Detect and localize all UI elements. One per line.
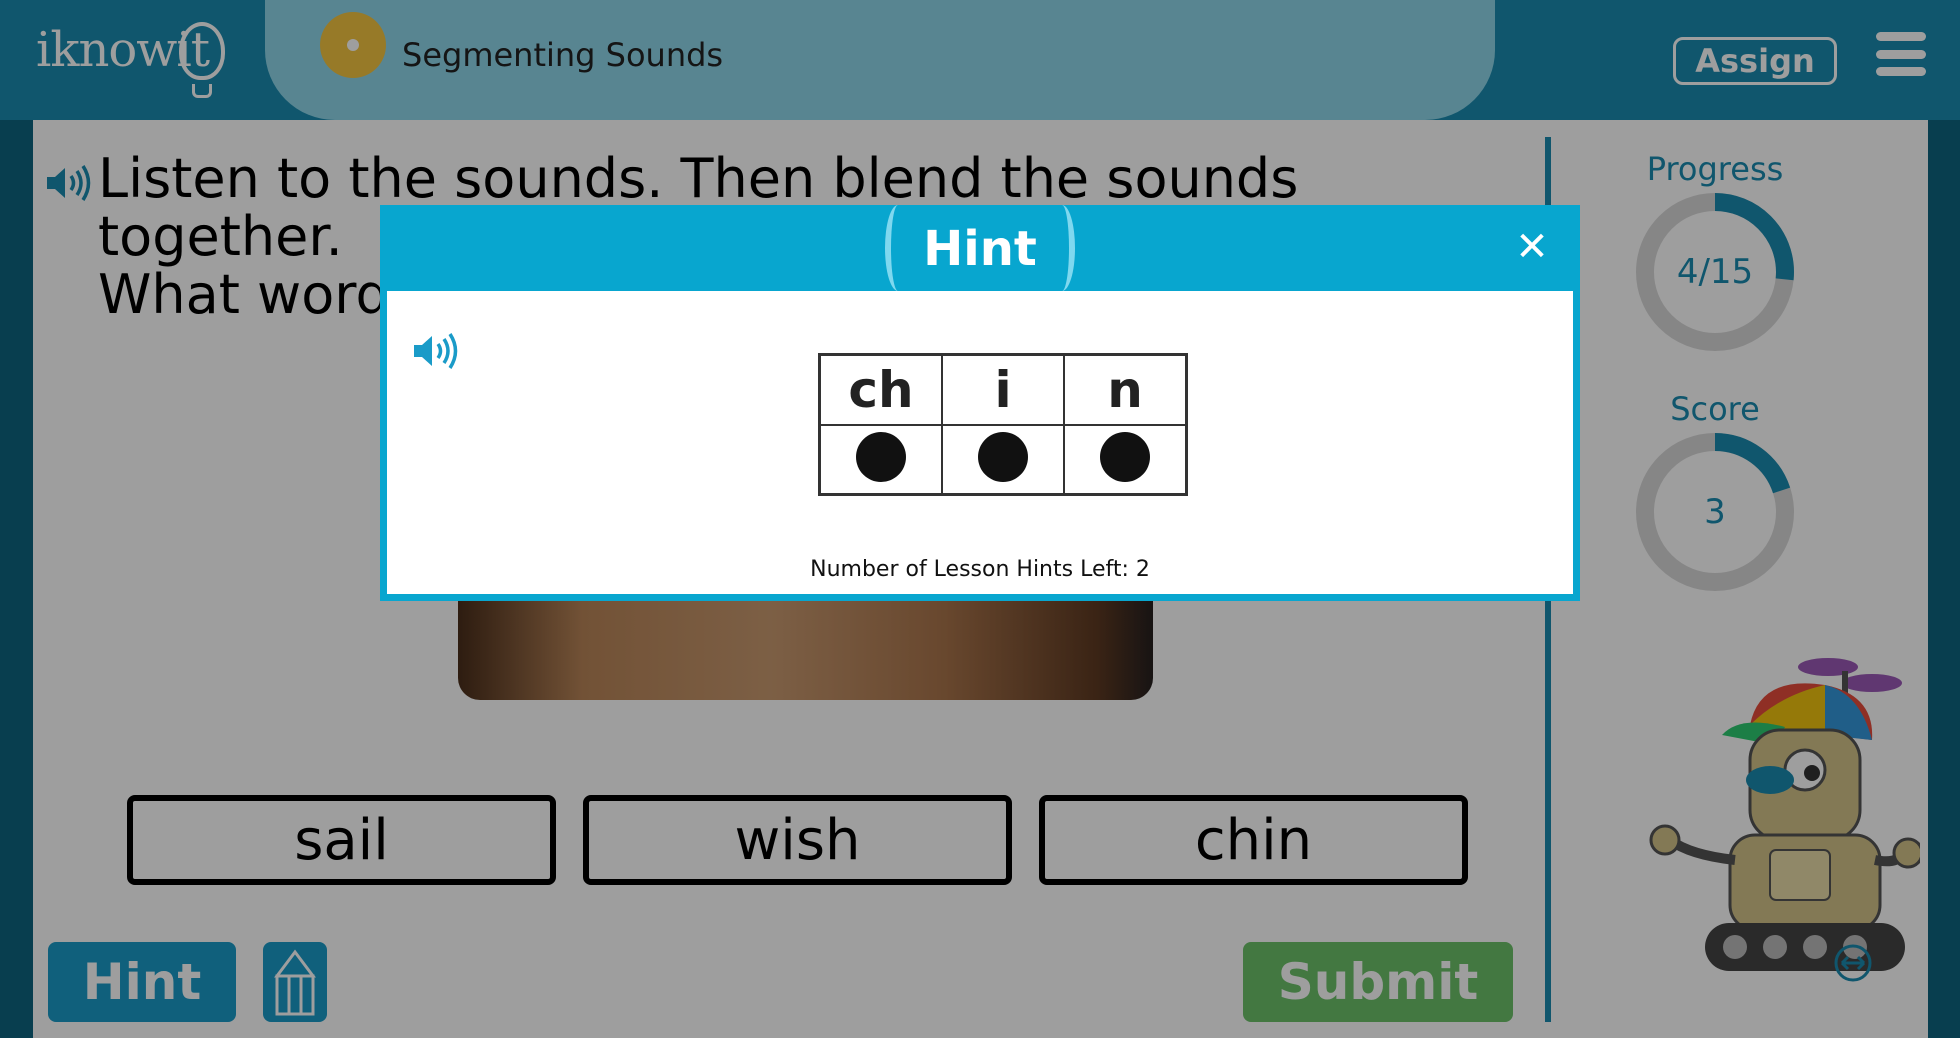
hint-modal-title: Hint <box>923 221 1037 277</box>
sound-letter: n <box>1107 360 1143 419</box>
sound-box: n <box>1063 353 1188 426</box>
sound-letters-row: ch i n <box>818 353 1188 426</box>
sound-boxes: ch i n <box>818 353 1188 496</box>
dot-box <box>818 423 943 496</box>
hints-left-text: Number of Lesson Hints Left: 2 <box>810 557 1150 582</box>
sound-dot <box>1100 431 1151 482</box>
sound-dot <box>855 431 906 482</box>
close-icon[interactable]: ✕ <box>1510 225 1554 269</box>
sound-box: ch <box>818 353 943 426</box>
sound-letter: i <box>994 360 1012 419</box>
hint-modal: Hint ✕ ch i n Number of Lesson Hints Lef… <box>380 205 1580 601</box>
speaker-icon[interactable] <box>412 331 458 371</box>
hint-modal-body: ch i n Number of Lesson Hints Left: 2 <box>387 291 1573 594</box>
dot-box <box>940 423 1066 496</box>
sound-box: i <box>940 353 1066 426</box>
sound-letter: ch <box>848 360 914 419</box>
sound-dots-row <box>818 423 1188 496</box>
sound-dot <box>978 431 1029 482</box>
hint-modal-header: Hint ✕ <box>380 205 1580 291</box>
dot-box <box>1063 423 1188 496</box>
